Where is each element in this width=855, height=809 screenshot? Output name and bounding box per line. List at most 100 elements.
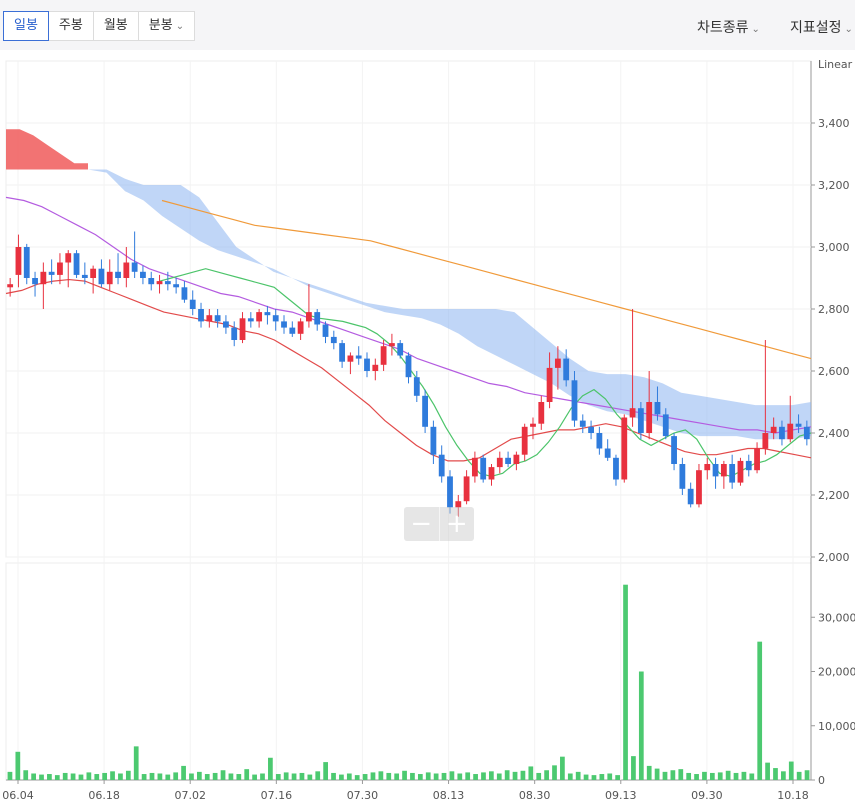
volume-bar (583, 774, 589, 780)
plus-icon[interactable]: + (440, 507, 475, 541)
tab-weekly[interactable]: 주봉 (47, 11, 94, 41)
volume-bar (291, 773, 297, 780)
minus-icon[interactable]: − (404, 507, 439, 541)
indicator-settings-menu[interactable]: 지표설정 ⌄ (790, 17, 853, 37)
candle-body (704, 464, 711, 471)
indicator-settings-label: 지표설정 (790, 20, 842, 36)
volume-bar (346, 773, 352, 780)
candle-body (471, 457, 478, 477)
chevron-down-icon: ⌄ (175, 21, 185, 32)
candle-body (737, 460, 744, 483)
volume-bar (741, 771, 747, 780)
volume-bar (654, 768, 660, 780)
volume-bar (796, 771, 802, 780)
candle-body (380, 346, 387, 365)
volume-bar (331, 772, 336, 780)
volume-bar (47, 774, 52, 780)
x-tick-label: 07.02 (174, 789, 206, 802)
candle-body (231, 327, 238, 340)
candle-body (604, 448, 611, 458)
volume-bar (749, 773, 755, 780)
candle-body (115, 271, 121, 278)
volume-bar (725, 770, 731, 780)
volume-bar (196, 771, 202, 780)
volume-tick-label: 0 (818, 774, 825, 787)
tab-monthly[interactable]: 월봉 (92, 11, 139, 41)
volume-bar (686, 772, 692, 780)
volume-bar (165, 774, 171, 780)
candle-body (297, 321, 304, 334)
candle-body (65, 253, 72, 263)
candle-body (223, 321, 229, 328)
price-tick-label: 2,000 (818, 551, 850, 564)
period-tabs: 일봉 주봉 월봉 분봉 ⌄ (3, 11, 196, 41)
candle-body (538, 402, 545, 424)
volume-bar (599, 774, 605, 780)
candle-body (106, 271, 113, 285)
volume-bar (473, 774, 478, 780)
tab-minute[interactable]: 분봉 ⌄ (137, 11, 196, 41)
volume-bar (520, 770, 526, 780)
candle-body (745, 460, 752, 471)
candle-body (629, 408, 636, 418)
volume-bar (370, 772, 376, 780)
volume-bar (252, 774, 257, 780)
candle-body (48, 271, 55, 275)
candle-body (256, 312, 263, 322)
x-tick-label: 07.16 (261, 789, 293, 802)
candle-body (779, 426, 785, 440)
volume-bar (212, 772, 218, 780)
candle-body (613, 457, 619, 480)
volume-bar (449, 771, 455, 780)
candle-body (314, 312, 321, 325)
candle-body (372, 364, 379, 371)
candle-body (339, 343, 346, 362)
volume-bar (78, 774, 84, 780)
volume-bar (189, 773, 194, 780)
candle-body (73, 253, 80, 275)
candle-body (787, 423, 794, 440)
chart-toolbar: 일봉 주봉 월봉 분봉 ⌄ 차트종류 ⌄ 지표설정 ⌄ (0, 0, 855, 50)
price-tick-label: 3,200 (818, 179, 850, 192)
volume-bar (694, 774, 699, 780)
volume-bar (560, 756, 565, 780)
volume-bar (15, 751, 21, 780)
candle-body (621, 417, 628, 480)
volume-bar (575, 771, 581, 780)
price-tick-label: 3,400 (818, 117, 850, 130)
candle-body (90, 268, 97, 278)
price-tick-label: 2,200 (818, 489, 850, 502)
volume-bar (615, 775, 621, 780)
candle-body (23, 247, 30, 278)
volume-bar (512, 771, 518, 780)
volume-bar (528, 766, 534, 780)
volume-bar (394, 773, 400, 780)
tab-daily[interactable]: 일봉 (3, 11, 49, 41)
volume-bar (773, 768, 778, 780)
volume-bar (465, 772, 471, 780)
volume-bar (544, 770, 549, 780)
candle-body (563, 358, 570, 381)
volume-bar (433, 773, 439, 780)
x-tick-label: 09.30 (691, 789, 723, 802)
volume-bar (765, 762, 770, 780)
candle-body (422, 395, 429, 427)
candle-body (596, 433, 603, 449)
chart-type-menu[interactable]: 차트종류 ⌄ (697, 17, 760, 37)
candle-body (214, 315, 221, 322)
volume-tick-label: 20,000,0 (818, 666, 855, 679)
volume-bar (781, 771, 786, 780)
volume-bar (496, 773, 502, 780)
stock-chart[interactable]: Linear 2,000 2,200 2,400 2,600 2,800 3,000 3,20… (0, 50, 855, 809)
volume-panel (5, 562, 812, 781)
price-tick-label: 2,600 (818, 365, 850, 378)
volume-bar (362, 774, 368, 780)
chevron-down-icon: ⌄ (751, 24, 760, 35)
volume-bar (386, 772, 392, 780)
candle-body (712, 464, 719, 477)
volume-bar (717, 772, 723, 780)
volume-bar (125, 770, 131, 780)
candle-body (588, 426, 594, 433)
volume-bar (410, 772, 415, 780)
volume-bar (417, 774, 423, 780)
